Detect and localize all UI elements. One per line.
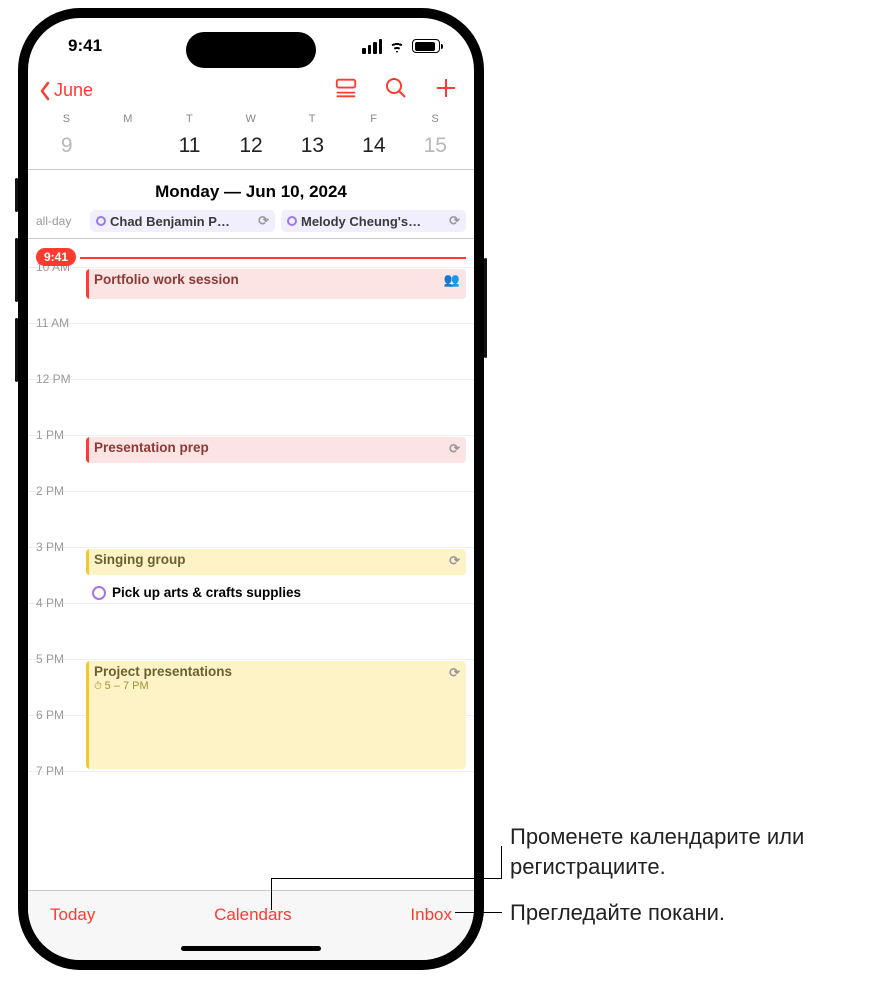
hour-label: 3 PM <box>36 540 64 554</box>
event-color-bar <box>86 437 89 463</box>
week-day-cell[interactable]: T 11 <box>159 113 220 163</box>
weekday-number: 10 <box>97 129 158 163</box>
hour-row: 12 PM <box>28 379 474 435</box>
weekday-number: 12 <box>220 129 281 163</box>
weekday-number: 9 <box>36 129 97 163</box>
event-time-range: 5 – 7 PM <box>94 680 458 692</box>
calendar-event[interactable]: Presentation prep ⟳ <box>86 437 466 463</box>
hour-label: 4 PM <box>36 596 64 610</box>
week-day-cell[interactable]: T 13 <box>282 113 343 163</box>
now-indicator-line <box>80 257 466 259</box>
event-color-bar <box>86 549 89 575</box>
screen: 9:41 June <box>28 18 474 960</box>
weekday-number: 11 <box>159 129 220 163</box>
hour-label: 1 PM <box>36 428 64 442</box>
callout-inbox: Прегледайте покани. <box>510 898 725 928</box>
attendees-icon: 👥 <box>444 272 460 288</box>
calendars-button[interactable]: Calendars <box>214 905 292 925</box>
repeat-icon: ⟳ <box>449 441 460 457</box>
repeat-icon: ⟳ <box>449 665 460 681</box>
hour-label: 2 PM <box>36 484 64 498</box>
callout-calendars: Променете календарите или регистрациите. <box>510 822 882 881</box>
event-title: Singing group <box>94 552 185 567</box>
hour-row: 4 PM <box>28 603 474 659</box>
reminder-title: Pick up arts & crafts supplies <box>112 585 301 600</box>
weekday-label: S <box>405 113 466 125</box>
week-day-cell[interactable]: M 10 <box>97 113 158 163</box>
weekday-label: S <box>36 113 97 125</box>
reminder-circle-icon[interactable] <box>92 586 106 600</box>
allday-row: all-day Chad Benjamin P… ⟳ Melody Cheung… <box>28 208 474 236</box>
allday-event-0[interactable]: Chad Benjamin P… ⟳ <box>90 210 275 232</box>
now-indicator-pill: 9:41 <box>36 248 76 266</box>
dynamic-island <box>186 32 316 68</box>
search-icon[interactable] <box>384 76 408 105</box>
today-button[interactable]: Today <box>50 905 95 925</box>
weekday-label: T <box>282 113 343 125</box>
list-view-icon[interactable] <box>334 76 358 105</box>
event-title: Project presentations <box>94 664 232 679</box>
repeat-icon: ⟳ <box>258 213 269 229</box>
event-title: Presentation prep <box>94 440 209 455</box>
event-title: Portfolio work session <box>94 272 239 287</box>
hour-row: 11 AM <box>28 323 474 379</box>
date-title: Monday — Jun 10, 2024 <box>28 170 474 208</box>
reminder-item[interactable]: Pick up arts & crafts supplies <box>86 583 466 602</box>
back-button[interactable]: June <box>38 80 93 101</box>
week-day-cell[interactable]: F 14 <box>343 113 404 163</box>
repeat-icon: ⟳ <box>449 213 460 229</box>
week-day-cell[interactable]: S9 <box>36 113 97 163</box>
calendar-event[interactable]: Singing group ⟳ <box>86 549 466 575</box>
event-color-bar <box>86 661 89 769</box>
hour-label: 11 AM <box>36 316 69 330</box>
week-day-cell[interactable]: W 12 <box>220 113 281 163</box>
calendar-event[interactable]: Project presentations5 – 7 PM⟳ <box>86 661 466 769</box>
nav-bar: June <box>28 74 474 113</box>
cellular-icon <box>362 39 382 54</box>
birthday-icon <box>287 216 297 226</box>
weekday-number: 13 <box>282 129 343 163</box>
back-label: June <box>54 80 93 101</box>
event-color-bar <box>86 269 89 299</box>
hour-label: 12 PM <box>36 372 71 386</box>
calendar-event[interactable]: Portfolio work session 👥 <box>86 269 466 299</box>
status-time: 9:41 <box>68 36 102 56</box>
hour-row: 7 PM <box>28 771 474 827</box>
repeat-icon: ⟳ <box>449 553 460 569</box>
weekday-number: 14 <box>343 129 404 163</box>
inbox-button[interactable]: Inbox <box>410 905 452 925</box>
allday-label: all-day <box>36 214 84 228</box>
week-header[interactable]: S9M10T11W12T13F14S15 <box>28 113 474 163</box>
hour-label: 5 PM <box>36 652 64 666</box>
weekday-label: F <box>343 113 404 125</box>
day-timeline[interactable]: 10 AM11 AM12 PM1 PM2 PM3 PM4 PM5 PM6 PM7… <box>28 239 474 890</box>
birthday-icon <box>96 216 106 226</box>
allday-event-1[interactable]: Melody Cheung's… ⟳ <box>281 210 466 232</box>
wifi-icon <box>388 39 406 53</box>
hour-label: 7 PM <box>36 764 64 778</box>
battery-icon <box>412 39 440 53</box>
home-indicator[interactable] <box>181 946 321 951</box>
add-event-icon[interactable] <box>434 76 458 105</box>
weekday-label: T <box>159 113 220 125</box>
weekday-label: M <box>97 113 158 125</box>
weekday-number: 15 <box>405 129 466 163</box>
iphone-frame: 9:41 June <box>18 8 484 970</box>
hour-row: 2 PM <box>28 491 474 547</box>
weekday-label: W <box>220 113 281 125</box>
week-day-cell[interactable]: S 15 <box>405 113 466 163</box>
hour-label: 6 PM <box>36 708 64 722</box>
